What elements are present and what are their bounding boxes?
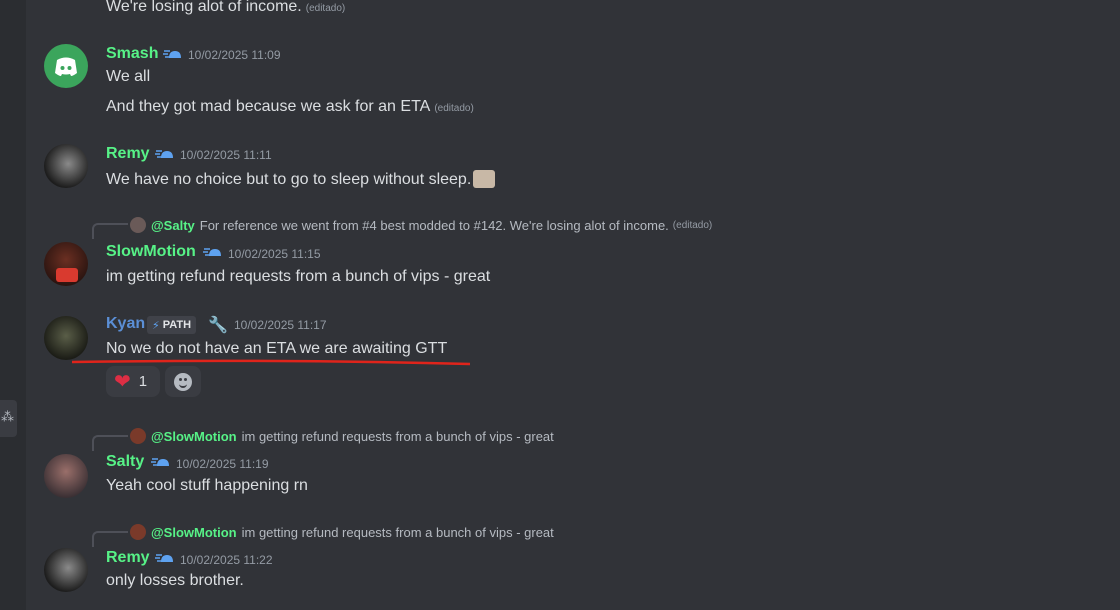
server-boost-icon <box>155 150 173 158</box>
reaction-count: 1 <box>138 373 148 390</box>
reply-text: For reference we went from #4 best modde… <box>199 217 669 233</box>
reply-mention[interactable]: @SlowMotion <box>151 525 237 540</box>
bolt-icon: ⚡ <box>152 319 160 332</box>
reply-text: im getting refund requests from a bunch … <box>241 428 554 444</box>
apps-icon: ⁂ <box>1 409 14 424</box>
apps-launcher-button[interactable]: ⁂ <box>0 400 17 437</box>
timestamp: 10/02/2025 11:22 <box>180 553 273 567</box>
avatar[interactable] <box>44 44 88 88</box>
avatar[interactable] <box>44 548 88 592</box>
add-reaction-button[interactable] <box>165 366 201 397</box>
reply-mention[interactable]: @Salty <box>151 218 195 233</box>
timestamp: 10/02/2025 11:19 <box>176 457 269 471</box>
edited-label: (editado) <box>672 219 713 231</box>
reply-preview[interactable]: @Salty For reference we went from #4 bes… <box>130 217 712 233</box>
avatar[interactable] <box>44 144 88 188</box>
reply-avatar <box>130 524 146 540</box>
reply-mention[interactable]: @SlowMotion <box>151 429 237 444</box>
reaction-heart[interactable]: ❤ 1 <box>106 366 160 397</box>
reply-connector <box>92 435 128 451</box>
server-boost-icon <box>151 458 169 466</box>
reply-avatar <box>130 428 146 444</box>
reply-connector <box>92 531 128 547</box>
cat-emoji-icon <box>473 170 496 188</box>
username[interactable]: Remy <box>106 145 150 163</box>
message-line: only losses brother. <box>106 572 244 589</box>
avatar[interactable] <box>44 316 88 360</box>
avatar[interactable] <box>44 242 88 286</box>
timestamp: 10/02/2025 11:15 <box>228 247 321 261</box>
message-line: No we do not have an ETA we are awaiting… <box>106 340 448 357</box>
smiley-icon <box>174 372 192 391</box>
heart-icon: ❤ <box>114 371 131 393</box>
reply-avatar <box>130 217 146 233</box>
message-line: Yeah cool stuff happening rn <box>106 477 308 494</box>
wrench-icon: 🔧 <box>208 317 228 334</box>
server-boost-icon <box>163 50 181 58</box>
username[interactable]: Remy <box>106 549 150 567</box>
username[interactable]: Salty <box>106 453 144 471</box>
username[interactable]: SlowMotion <box>106 243 196 261</box>
message-line: And they got mad because we ask for an E… <box>106 98 474 115</box>
message-line: im getting refund requests from a bunch … <box>106 268 491 285</box>
role-tag[interactable]: ⚡ PATH <box>147 316 197 334</box>
reply-preview[interactable]: @SlowMotion im getting refund requests f… <box>130 524 554 540</box>
message-line: We're losing alot of income. (editado) <box>106 0 346 15</box>
left-sidebar-edge <box>0 0 26 610</box>
timestamp: 10/02/2025 11:17 <box>234 318 327 332</box>
timestamp: 10/02/2025 11:09 <box>188 48 281 62</box>
timestamp: 10/02/2025 11:11 <box>180 148 272 162</box>
server-boost-icon <box>155 554 173 562</box>
avatar[interactable] <box>44 454 88 498</box>
reply-text: im getting refund requests from a bunch … <box>241 524 554 540</box>
red-underline-annotation <box>72 359 471 366</box>
message-line: We all <box>106 68 151 85</box>
username[interactable]: Kyan <box>106 315 145 333</box>
reply-connector <box>92 223 128 239</box>
reply-preview[interactable]: @SlowMotion im getting refund requests f… <box>130 428 554 444</box>
server-boost-icon <box>203 248 221 256</box>
discord-logo-icon <box>55 57 77 76</box>
username[interactable]: Smash <box>106 45 158 63</box>
message-line: We have no choice but to go to sleep wit… <box>106 170 496 189</box>
